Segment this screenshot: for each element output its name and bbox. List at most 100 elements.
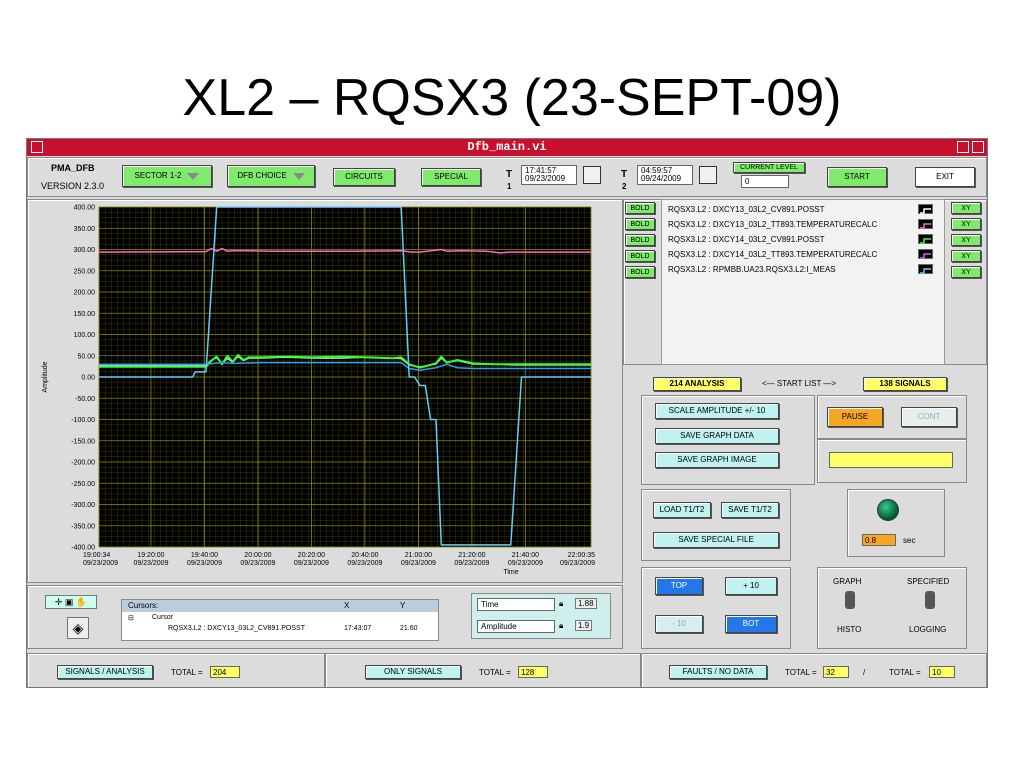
time-format-button[interactable]: 1.88 xyxy=(575,598,597,609)
signals-analysis-button[interactable]: SIGNALS / ANALYSIS xyxy=(57,665,153,679)
x-tick-label: 19:00:34 xyxy=(83,552,110,559)
signal-list-item[interactable]: RQSX3.L2 : DXCY14_03L2_TT893.TEMPERATURE… xyxy=(668,247,944,262)
t2-label: T xyxy=(621,169,628,180)
save-t1t2-button[interactable]: SAVE T1/T2 xyxy=(721,502,779,518)
plot-style-icon[interactable] xyxy=(918,219,933,229)
specified-label: SPECIFIED xyxy=(907,577,950,586)
y-tick-label: 350.00 xyxy=(74,226,96,233)
current-level-field[interactable]: 0 xyxy=(741,175,789,188)
dfb-choice-dropdown[interactable]: DFB CHOICE xyxy=(227,165,315,187)
x-tick-label: 20:20:00 xyxy=(298,552,325,559)
plot-style-icon[interactable] xyxy=(918,249,933,259)
t1-calendar-icon[interactable] xyxy=(583,166,601,184)
time-scale-field[interactable]: Time xyxy=(477,598,555,611)
xy-button[interactable]: XY xyxy=(951,234,981,246)
save-special-file-button[interactable]: SAVE SPECIAL FILE xyxy=(653,532,779,548)
dfb-choice-label: DFB CHOICE xyxy=(237,171,287,180)
t2-field[interactable]: 04:59:57 09/24/2009 xyxy=(637,165,693,185)
t1-field[interactable]: 17:41:57 09/23/2009 xyxy=(521,165,577,185)
graph-histo-toggle[interactable] xyxy=(845,591,855,609)
signal-list[interactable]: RQSX3.L2 : DXCY13_03L2_CV891.POSST RQSX3.… xyxy=(661,199,945,365)
exit-button[interactable]: EXIT xyxy=(915,167,975,187)
amplitude-format-button[interactable]: 1.9 xyxy=(575,620,593,631)
special-button[interactable]: SPECIAL xyxy=(421,168,481,186)
bold-button[interactable]: BOLD xyxy=(625,266,655,278)
xy-button[interactable]: XY xyxy=(951,202,981,214)
time-lock-icon[interactable]: 🔒︎ xyxy=(559,599,563,609)
y-tick-label: -350.00 xyxy=(71,523,95,530)
scale-amplitude-button[interactable]: SCALE AMPLITUDE +/- 10 xyxy=(655,403,779,419)
cursor-signal: RQSX3.L2 : DXCY13_03L2_CV891.POSST xyxy=(168,625,305,632)
x-tick-label: 21:40:00 xyxy=(512,552,539,559)
pause-button[interactable]: PAUSE xyxy=(827,407,883,427)
cursor-row: ⊟ Cursor xyxy=(122,612,438,624)
cursor-signal-row: RQSX3.L2 : DXCY13_03L2_CV891.POSST 17:43… xyxy=(122,624,438,636)
y-tick-label: -250.00 xyxy=(71,481,95,488)
graph-tools-icon[interactable]: ✛ ▣ ✋ xyxy=(45,595,97,609)
app-name: PMA_DFB xyxy=(51,163,95,173)
x-tick-date-label: 09/23/2009 xyxy=(508,560,543,567)
version-label: VERSION 2.3.0 xyxy=(41,181,105,191)
x-tick-date-label: 09/23/2009 xyxy=(187,560,222,567)
cursor-table[interactable]: Cursors: X Y ⊟ Cursor RQSX3.L2 : DXCY13_… xyxy=(121,599,439,641)
total-separator: / xyxy=(863,668,866,677)
cursor-move-icon[interactable]: ◈ xyxy=(67,617,89,639)
delay-field[interactable]: 0.8 xyxy=(862,534,896,546)
cursor-expand-icon[interactable]: ⊟ xyxy=(128,614,134,622)
x-tick-date-label: 09/23/2009 xyxy=(347,560,382,567)
load-t1t2-button[interactable]: LOAD T1/T2 xyxy=(653,502,711,518)
signal-name: RQSX3.L2 : RPMBB.UA23.RQSX3.L2:I_MEAS xyxy=(668,265,836,274)
signal-name: RQSX3.L2 : DXCY14_03L2_CV891.POSST xyxy=(668,235,825,244)
plot-style-icon[interactable] xyxy=(918,234,933,244)
bold-button[interactable]: BOLD xyxy=(625,202,655,214)
top-button[interactable]: TOP xyxy=(655,577,703,595)
plot-style-icon[interactable] xyxy=(918,264,933,274)
amplitude-lock-icon[interactable]: 🔒︎ xyxy=(559,621,563,631)
only-signals-button[interactable]: ONLY SIGNALS xyxy=(365,665,461,679)
window-menu-icon[interactable] xyxy=(31,141,43,153)
xy-button[interactable]: XY xyxy=(951,218,981,230)
sector-dropdown[interactable]: SECTOR 1-2 xyxy=(122,165,212,187)
cursor-table-header: Cursors: X Y xyxy=(122,600,438,612)
plot-style-icon[interactable] xyxy=(918,204,933,214)
xy-button[interactable]: XY xyxy=(951,266,981,278)
plus10-button[interactable]: + 10 xyxy=(725,577,777,595)
x-tick-label: 21:20:00 xyxy=(458,552,485,559)
window-minimize-icon[interactable] xyxy=(957,141,969,153)
t1-label: T xyxy=(506,169,513,180)
circuits-button[interactable]: CIRCUITS xyxy=(333,168,395,186)
specified-logging-toggle[interactable] xyxy=(925,591,935,609)
start-button[interactable]: START xyxy=(827,167,887,187)
t2-calendar-icon[interactable] xyxy=(699,166,717,184)
minus10-button[interactable]: - 10 xyxy=(655,615,703,633)
save-graph-data-button[interactable]: SAVE GRAPH DATA xyxy=(655,428,779,444)
total-label-4: TOTAL = xyxy=(889,668,921,677)
y-tick-label: 200.00 xyxy=(74,290,96,297)
signal-list-item[interactable]: RQSX3.L2 : DXCY14_03L2_CV891.POSST xyxy=(668,232,944,247)
file-actions-panel xyxy=(641,489,791,561)
x-tick-label: 19:40:00 xyxy=(191,552,218,559)
window-close-icon[interactable] xyxy=(972,141,984,153)
amplitude-chart[interactable]: 400.00 350.00 300.00 250.00 200.00 150.00 100.… xyxy=(27,199,623,583)
signals-count: 138 SIGNALS xyxy=(863,377,947,391)
faults-button[interactable]: FAULTS / NO DATA xyxy=(669,665,767,679)
xy-button[interactable]: XY xyxy=(951,250,981,262)
graph-label: GRAPH xyxy=(833,577,862,586)
bold-button[interactable]: BOLD xyxy=(625,234,655,246)
cont-button[interactable]: CONT xyxy=(901,407,957,427)
signal-list-item[interactable]: RQSX3.L2 : RPMBB.UA23.RQSX3.L2:I_MEAS xyxy=(668,262,944,277)
y-tick-label: -400.00 xyxy=(71,545,95,552)
y-tick-label: 300.00 xyxy=(74,247,96,254)
save-graph-image-button[interactable]: SAVE GRAPH IMAGE xyxy=(655,452,779,468)
bold-button[interactable]: BOLD xyxy=(625,250,655,262)
amplitude-scale-field[interactable]: Amplitude xyxy=(477,620,555,633)
bold-button[interactable]: BOLD xyxy=(625,218,655,230)
bot-button[interactable]: BOT xyxy=(725,615,777,633)
x-tick-date-label: 09/23/2009 xyxy=(401,560,436,567)
x-axis-label: Time xyxy=(503,569,518,576)
signal-list-item[interactable]: RQSX3.L2 : DXCY13_03L2_CV891.POSST xyxy=(668,202,944,217)
x-tick-date-label: 09/23/2009 xyxy=(240,560,275,567)
cursor-y-value: 21.60 xyxy=(400,625,418,632)
signal-list-item[interactable]: RQSX3.L2 : DXCY13_03L2_TT893.TEMPERATURE… xyxy=(668,217,944,232)
slide-title: XL2 – RQSX3 (23-SEPT-09) xyxy=(182,69,842,127)
